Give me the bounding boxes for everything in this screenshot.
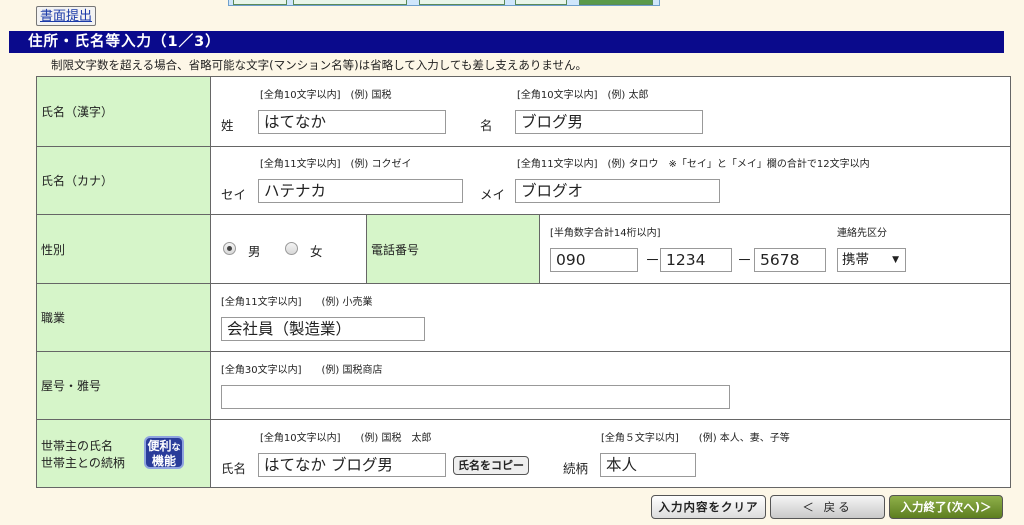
submit-on-paper-link[interactable]: 書面提出 [36, 6, 97, 26]
top-tab-3 [419, 0, 505, 5]
input-notice: 制限文字数を超える場合、省略可能な文字(マンション名等)は省略して入力しても差し… [51, 58, 588, 72]
mei-kana-hint: [全角11文字以内] (例) タロウ ※「セイ」と「メイ」欄の合計で12文字以内 [517, 159, 870, 170]
mei-label: 名 [480, 118, 493, 133]
top-tab-5 [579, 0, 653, 5]
sei-kana-label: セイ [221, 187, 247, 202]
row-occupation: 職業 [全角11文字以内] (例) 小売業 会社員（製造業） [37, 283, 1010, 351]
clear-input-button[interactable]: 入力内容をクリア [651, 495, 766, 519]
kinou-text: 機能 [151, 454, 176, 468]
top-tab-4 [515, 0, 567, 5]
phone-part2-input[interactable]: 1234 [660, 248, 732, 272]
page-title: 住所・氏名等入力（1／3） [9, 31, 1004, 53]
phone-separator-1: － [645, 251, 661, 269]
sei-kana-hint: [全角11文字以内] (例) コクゼイ [260, 159, 412, 170]
relation-field-label: 続柄 [563, 461, 589, 476]
mei-kana-input[interactable]: ブログオ [515, 179, 720, 203]
mei-kanji-input[interactable]: ブログ男 [515, 110, 703, 134]
phone-separator-2: － [737, 251, 753, 269]
sei-kana-input[interactable]: ハテナカ [258, 179, 463, 203]
occupation-input[interactable]: 会社員（製造業） [221, 317, 425, 341]
gender-female-label: 女 [310, 244, 323, 259]
sei-kanji-hint: [全角10文字以内] (例) 国税 [260, 90, 392, 101]
contact-type-value: 携帯 [842, 252, 869, 268]
dropdown-arrow-icon: ▼ [892, 255, 899, 265]
mei-kanji-hint: [全角10文字以内] (例) 太郎 [517, 90, 649, 101]
household-name-hint: [全角10文字以内] (例) 国税 太郎 [260, 433, 432, 444]
occupation-label: 職業 [37, 284, 211, 351]
sei-kanji-input[interactable]: はてなか [258, 110, 446, 134]
household-head-name-label: 世帯主の氏名 [41, 439, 114, 453]
trade-name-input[interactable] [221, 385, 730, 409]
contact-type-select[interactable]: 携帯 ▼ [837, 248, 906, 272]
household-label-cell: 世帯主の氏名 世帯主との続柄 便利な 機能 [37, 420, 211, 487]
household-relation-hint: [全角５文字以内] (例) 本人、妻、子等 [601, 433, 790, 444]
top-tab-strip [228, 0, 660, 6]
row-gender-phone: 性別 男 女 電話番号 [半角数字合計14桁以内] 連絡先区分 090 － 12… [37, 214, 1010, 283]
row-household-head: 世帯主の氏名 世帯主との続柄 便利な 機能 [全角10文字以内] (例) 国税 … [37, 419, 1010, 487]
household-name-field-label: 氏名 [221, 461, 247, 476]
occupation-hint: [全角11文字以内] (例) 小売業 [221, 297, 373, 308]
copy-name-button[interactable]: 氏名をコピー [453, 456, 529, 475]
back-button[interactable]: ＜ 戻る [770, 495, 885, 519]
household-relation-label: 世帯主との続柄 [41, 456, 125, 470]
benri-text: 便利 [147, 439, 172, 453]
name-kana-label: 氏名（カナ） [37, 147, 211, 214]
phone-label: 電話番号 [366, 215, 540, 283]
top-tab-1 [233, 0, 287, 5]
benri-small-text: な [171, 443, 181, 453]
row-name-kana: 氏名（カナ） [全角11文字以内] (例) コクゼイ [全角11文字以内] (例… [37, 146, 1010, 214]
gender-female-radio[interactable] [285, 242, 298, 255]
personal-info-form: 氏名（漢字） [全角10文字以内] (例) 国税 [全角10文字以内] (例) … [36, 76, 1011, 488]
convenient-function-button[interactable]: 便利な 機能 [144, 436, 184, 469]
phone-part1-input[interactable]: 090 [550, 248, 638, 272]
sei-label: 姓 [221, 118, 234, 133]
gender-label: 性別 [37, 215, 211, 283]
row-trade-name: 屋号・雅号 [全角30文字以内] (例) 国税商店 [37, 351, 1010, 419]
name-kanji-label: 氏名（漢字） [37, 77, 211, 146]
contact-type-label: 連絡先区分 [837, 228, 887, 239]
row-name-kanji: 氏名（漢字） [全角10文字以内] (例) 国税 [全角10文字以内] (例) … [37, 77, 1010, 146]
trade-name-label: 屋号・雅号 [37, 352, 211, 419]
household-name-input[interactable]: はてなか ブログ男 [258, 453, 446, 477]
mei-kana-label: メイ [480, 187, 506, 202]
relation-input[interactable]: 本人 [600, 453, 696, 477]
top-tab-2 [293, 0, 407, 5]
trade-name-hint: [全角30文字以内] (例) 国税商店 [221, 365, 383, 376]
gender-male-radio[interactable] [223, 242, 236, 255]
phone-part3-input[interactable]: 5678 [754, 248, 826, 272]
phone-hint: [半角数字合計14桁以内] [550, 228, 661, 239]
gender-male-label: 男 [248, 244, 261, 259]
next-button[interactable]: 入力終了(次へ)＞ [889, 495, 1003, 519]
